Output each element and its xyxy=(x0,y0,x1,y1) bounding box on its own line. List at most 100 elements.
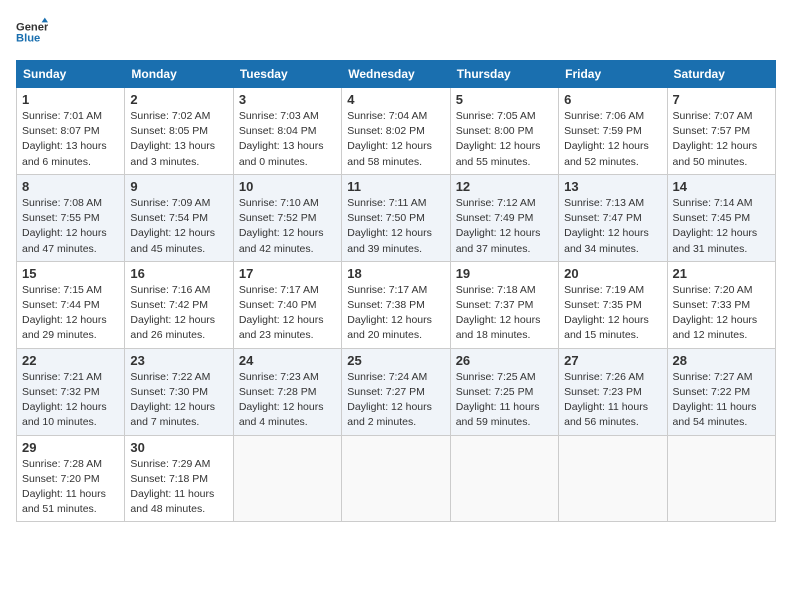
day-number: 7 xyxy=(673,92,770,107)
day-info: Sunrise: 7:16 AM Sunset: 7:42 PM Dayligh… xyxy=(130,283,227,344)
day-info: Sunrise: 7:22 AM Sunset: 7:30 PM Dayligh… xyxy=(130,370,227,431)
day-info: Sunrise: 7:20 AM Sunset: 7:33 PM Dayligh… xyxy=(673,283,770,344)
day-number: 22 xyxy=(22,353,119,368)
calendar-cell: 22 Sunrise: 7:21 AM Sunset: 7:32 PM Dayl… xyxy=(17,348,125,435)
day-info: Sunrise: 7:18 AM Sunset: 7:37 PM Dayligh… xyxy=(456,283,553,344)
calendar-cell: 18 Sunrise: 7:17 AM Sunset: 7:38 PM Dayl… xyxy=(342,261,450,348)
weekday-header-tuesday: Tuesday xyxy=(233,61,341,88)
calendar-cell xyxy=(559,435,667,522)
calendar-cell: 16 Sunrise: 7:16 AM Sunset: 7:42 PM Dayl… xyxy=(125,261,233,348)
day-info: Sunrise: 7:15 AM Sunset: 7:44 PM Dayligh… xyxy=(22,283,119,344)
day-number: 18 xyxy=(347,266,444,281)
day-info: Sunrise: 7:19 AM Sunset: 7:35 PM Dayligh… xyxy=(564,283,661,344)
calendar-cell: 20 Sunrise: 7:19 AM Sunset: 7:35 PM Dayl… xyxy=(559,261,667,348)
calendar-cell: 9 Sunrise: 7:09 AM Sunset: 7:54 PM Dayli… xyxy=(125,174,233,261)
day-number: 5 xyxy=(456,92,553,107)
logo: General Blue xyxy=(16,16,48,48)
calendar-cell: 7 Sunrise: 7:07 AM Sunset: 7:57 PM Dayli… xyxy=(667,88,775,175)
day-number: 3 xyxy=(239,92,336,107)
calendar-cell xyxy=(342,435,450,522)
day-number: 8 xyxy=(22,179,119,194)
weekday-header-saturday: Saturday xyxy=(667,61,775,88)
calendar-cell xyxy=(233,435,341,522)
calendar-cell: 24 Sunrise: 7:23 AM Sunset: 7:28 PM Dayl… xyxy=(233,348,341,435)
day-info: Sunrise: 7:10 AM Sunset: 7:52 PM Dayligh… xyxy=(239,196,336,257)
day-number: 19 xyxy=(456,266,553,281)
day-info: Sunrise: 7:11 AM Sunset: 7:50 PM Dayligh… xyxy=(347,196,444,257)
day-info: Sunrise: 7:06 AM Sunset: 7:59 PM Dayligh… xyxy=(564,109,661,170)
day-info: Sunrise: 7:05 AM Sunset: 8:00 PM Dayligh… xyxy=(456,109,553,170)
calendar-cell: 2 Sunrise: 7:02 AM Sunset: 8:05 PM Dayli… xyxy=(125,88,233,175)
day-info: Sunrise: 7:24 AM Sunset: 7:27 PM Dayligh… xyxy=(347,370,444,431)
calendar-cell: 8 Sunrise: 7:08 AM Sunset: 7:55 PM Dayli… xyxy=(17,174,125,261)
day-info: Sunrise: 7:03 AM Sunset: 8:04 PM Dayligh… xyxy=(239,109,336,170)
day-number: 2 xyxy=(130,92,227,107)
calendar-cell: 4 Sunrise: 7:04 AM Sunset: 8:02 PM Dayli… xyxy=(342,88,450,175)
calendar-cell: 12 Sunrise: 7:12 AM Sunset: 7:49 PM Dayl… xyxy=(450,174,558,261)
day-info: Sunrise: 7:26 AM Sunset: 7:23 PM Dayligh… xyxy=(564,370,661,431)
day-number: 20 xyxy=(564,266,661,281)
day-info: Sunrise: 7:23 AM Sunset: 7:28 PM Dayligh… xyxy=(239,370,336,431)
day-number: 28 xyxy=(673,353,770,368)
day-info: Sunrise: 7:14 AM Sunset: 7:45 PM Dayligh… xyxy=(673,196,770,257)
day-info: Sunrise: 7:25 AM Sunset: 7:25 PM Dayligh… xyxy=(456,370,553,431)
day-info: Sunrise: 7:09 AM Sunset: 7:54 PM Dayligh… xyxy=(130,196,227,257)
day-info: Sunrise: 7:02 AM Sunset: 8:05 PM Dayligh… xyxy=(130,109,227,170)
day-info: Sunrise: 7:29 AM Sunset: 7:18 PM Dayligh… xyxy=(130,457,227,518)
day-number: 10 xyxy=(239,179,336,194)
calendar-cell: 28 Sunrise: 7:27 AM Sunset: 7:22 PM Dayl… xyxy=(667,348,775,435)
calendar-cell xyxy=(450,435,558,522)
svg-text:Blue: Blue xyxy=(16,33,40,45)
calendar-cell: 25 Sunrise: 7:24 AM Sunset: 7:27 PM Dayl… xyxy=(342,348,450,435)
weekday-header-friday: Friday xyxy=(559,61,667,88)
calendar-cell: 6 Sunrise: 7:06 AM Sunset: 7:59 PM Dayli… xyxy=(559,88,667,175)
day-number: 16 xyxy=(130,266,227,281)
day-number: 13 xyxy=(564,179,661,194)
calendar-cell: 29 Sunrise: 7:28 AM Sunset: 7:20 PM Dayl… xyxy=(17,435,125,522)
calendar-cell: 17 Sunrise: 7:17 AM Sunset: 7:40 PM Dayl… xyxy=(233,261,341,348)
calendar-cell: 5 Sunrise: 7:05 AM Sunset: 8:00 PM Dayli… xyxy=(450,88,558,175)
logo-icon: General Blue xyxy=(16,16,48,48)
calendar-cell: 26 Sunrise: 7:25 AM Sunset: 7:25 PM Dayl… xyxy=(450,348,558,435)
weekday-header-sunday: Sunday xyxy=(17,61,125,88)
calendar-cell: 15 Sunrise: 7:15 AM Sunset: 7:44 PM Dayl… xyxy=(17,261,125,348)
day-info: Sunrise: 7:07 AM Sunset: 7:57 PM Dayligh… xyxy=(673,109,770,170)
weekday-header-wednesday: Wednesday xyxy=(342,61,450,88)
day-number: 17 xyxy=(239,266,336,281)
day-number: 30 xyxy=(130,440,227,455)
day-info: Sunrise: 7:27 AM Sunset: 7:22 PM Dayligh… xyxy=(673,370,770,431)
day-number: 9 xyxy=(130,179,227,194)
calendar-cell: 1 Sunrise: 7:01 AM Sunset: 8:07 PM Dayli… xyxy=(17,88,125,175)
day-number: 1 xyxy=(22,92,119,107)
day-number: 6 xyxy=(564,92,661,107)
day-info: Sunrise: 7:08 AM Sunset: 7:55 PM Dayligh… xyxy=(22,196,119,257)
day-number: 23 xyxy=(130,353,227,368)
day-number: 15 xyxy=(22,266,119,281)
day-info: Sunrise: 7:13 AM Sunset: 7:47 PM Dayligh… xyxy=(564,196,661,257)
day-info: Sunrise: 7:12 AM Sunset: 7:49 PM Dayligh… xyxy=(456,196,553,257)
calendar-cell xyxy=(667,435,775,522)
calendar-cell: 23 Sunrise: 7:22 AM Sunset: 7:30 PM Dayl… xyxy=(125,348,233,435)
day-info: Sunrise: 7:01 AM Sunset: 8:07 PM Dayligh… xyxy=(22,109,119,170)
calendar-cell: 30 Sunrise: 7:29 AM Sunset: 7:18 PM Dayl… xyxy=(125,435,233,522)
calendar-cell: 19 Sunrise: 7:18 AM Sunset: 7:37 PM Dayl… xyxy=(450,261,558,348)
day-number: 29 xyxy=(22,440,119,455)
calendar-cell: 27 Sunrise: 7:26 AM Sunset: 7:23 PM Dayl… xyxy=(559,348,667,435)
day-info: Sunrise: 7:17 AM Sunset: 7:40 PM Dayligh… xyxy=(239,283,336,344)
day-number: 4 xyxy=(347,92,444,107)
day-info: Sunrise: 7:28 AM Sunset: 7:20 PM Dayligh… xyxy=(22,457,119,518)
day-number: 27 xyxy=(564,353,661,368)
calendar: SundayMondayTuesdayWednesdayThursdayFrid… xyxy=(16,60,776,522)
calendar-cell: 3 Sunrise: 7:03 AM Sunset: 8:04 PM Dayli… xyxy=(233,88,341,175)
day-number: 26 xyxy=(456,353,553,368)
day-number: 11 xyxy=(347,179,444,194)
calendar-cell: 10 Sunrise: 7:10 AM Sunset: 7:52 PM Dayl… xyxy=(233,174,341,261)
day-info: Sunrise: 7:21 AM Sunset: 7:32 PM Dayligh… xyxy=(22,370,119,431)
day-info: Sunrise: 7:04 AM Sunset: 8:02 PM Dayligh… xyxy=(347,109,444,170)
calendar-cell: 13 Sunrise: 7:13 AM Sunset: 7:47 PM Dayl… xyxy=(559,174,667,261)
calendar-cell: 21 Sunrise: 7:20 AM Sunset: 7:33 PM Dayl… xyxy=(667,261,775,348)
weekday-header-thursday: Thursday xyxy=(450,61,558,88)
calendar-cell: 14 Sunrise: 7:14 AM Sunset: 7:45 PM Dayl… xyxy=(667,174,775,261)
day-number: 25 xyxy=(347,353,444,368)
day-number: 12 xyxy=(456,179,553,194)
